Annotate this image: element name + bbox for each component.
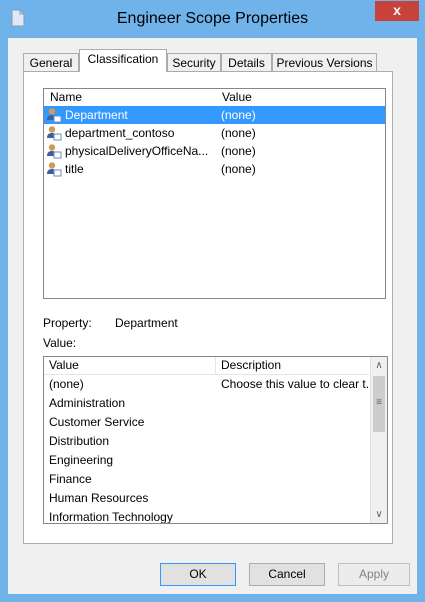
property-value: (none): [221, 108, 256, 122]
user-attribute-icon: [47, 126, 62, 141]
value-description: Choose this value to clear t...: [221, 377, 371, 391]
ok-button[interactable]: OK: [160, 563, 236, 586]
title-bar[interactable]: Engineer Scope Properties x: [0, 0, 425, 38]
scrollbar-thumb[interactable]: ≡: [373, 376, 385, 432]
column-header-name[interactable]: Name: [44, 89, 216, 105]
user-attribute-icon: [47, 108, 62, 123]
user-attribute-icon: [47, 144, 62, 159]
value-row[interactable]: Distribution: [44, 432, 369, 451]
tab-details[interactable]: Details: [221, 53, 272, 71]
column-header-value[interactable]: Value: [44, 357, 215, 374]
value-row[interactable]: Customer Service: [44, 413, 369, 432]
value-row[interactable]: Human Resources: [44, 489, 369, 508]
property-name: Department: [65, 108, 128, 122]
cancel-button[interactable]: Cancel: [249, 563, 325, 586]
value-name: Distribution: [49, 434, 110, 448]
value-row[interactable]: (none) Choose this value to clear t...: [44, 375, 371, 394]
tab-previous-versions[interactable]: Previous Versions: [272, 53, 377, 71]
tab-general[interactable]: General: [23, 53, 79, 71]
value-name: Finance: [49, 472, 92, 486]
property-row[interactable]: Department (none): [44, 106, 385, 124]
value-name: Engineering: [49, 453, 114, 467]
close-button[interactable]: x: [375, 1, 419, 21]
property-name: department_contoso: [65, 126, 175, 140]
property-row[interactable]: department_contoso (none): [44, 124, 385, 142]
user-attribute-icon: [47, 162, 62, 177]
tab-security[interactable]: Security: [167, 53, 221, 71]
apply-button[interactable]: Apply: [338, 563, 410, 586]
vertical-scrollbar[interactable]: ∧ ≡ ∨: [370, 357, 387, 523]
property-row[interactable]: physicalDeliveryOfficeNa... (none): [44, 142, 385, 160]
property-name: title: [65, 162, 84, 176]
grip-icon: ≡: [376, 397, 382, 408]
value-name: (none): [49, 377, 84, 391]
window-title: Engineer Scope Properties: [116, 10, 309, 27]
value-row[interactable]: Administration: [44, 394, 369, 413]
scroll-up-arrow-icon[interactable]: ∧: [371, 357, 387, 374]
column-header-value[interactable]: Value: [216, 89, 336, 105]
value-label: Value:: [43, 336, 77, 350]
property-value: (none): [221, 126, 256, 140]
tab-classification[interactable]: Classification: [79, 49, 167, 72]
property-row[interactable]: title (none): [44, 160, 385, 178]
property-name: physicalDeliveryOfficeNa...: [65, 144, 209, 158]
value-row[interactable]: Engineering: [44, 451, 369, 470]
property-value: (none): [221, 162, 256, 176]
values-list-header: Value Description: [44, 357, 369, 375]
value-row[interactable]: Information Technology: [44, 508, 369, 524]
scroll-down-arrow-icon[interactable]: ∨: [371, 506, 387, 523]
column-header-description[interactable]: Description: [216, 357, 366, 374]
values-list[interactable]: Value Description (none) Choose this val…: [43, 356, 388, 524]
property-label: Property:: [43, 316, 92, 330]
property-name-display: Department: [115, 316, 178, 330]
value-row[interactable]: Finance: [44, 470, 369, 489]
list-header: Name Value: [44, 89, 385, 105]
properties-list[interactable]: Name Value Department (none) department_…: [43, 88, 386, 299]
value-name: Customer Service: [49, 415, 145, 429]
value-name: Human Resources: [49, 491, 149, 505]
value-name: Information Technology: [49, 510, 173, 524]
value-name: Administration: [49, 396, 126, 410]
property-value: (none): [221, 144, 256, 158]
